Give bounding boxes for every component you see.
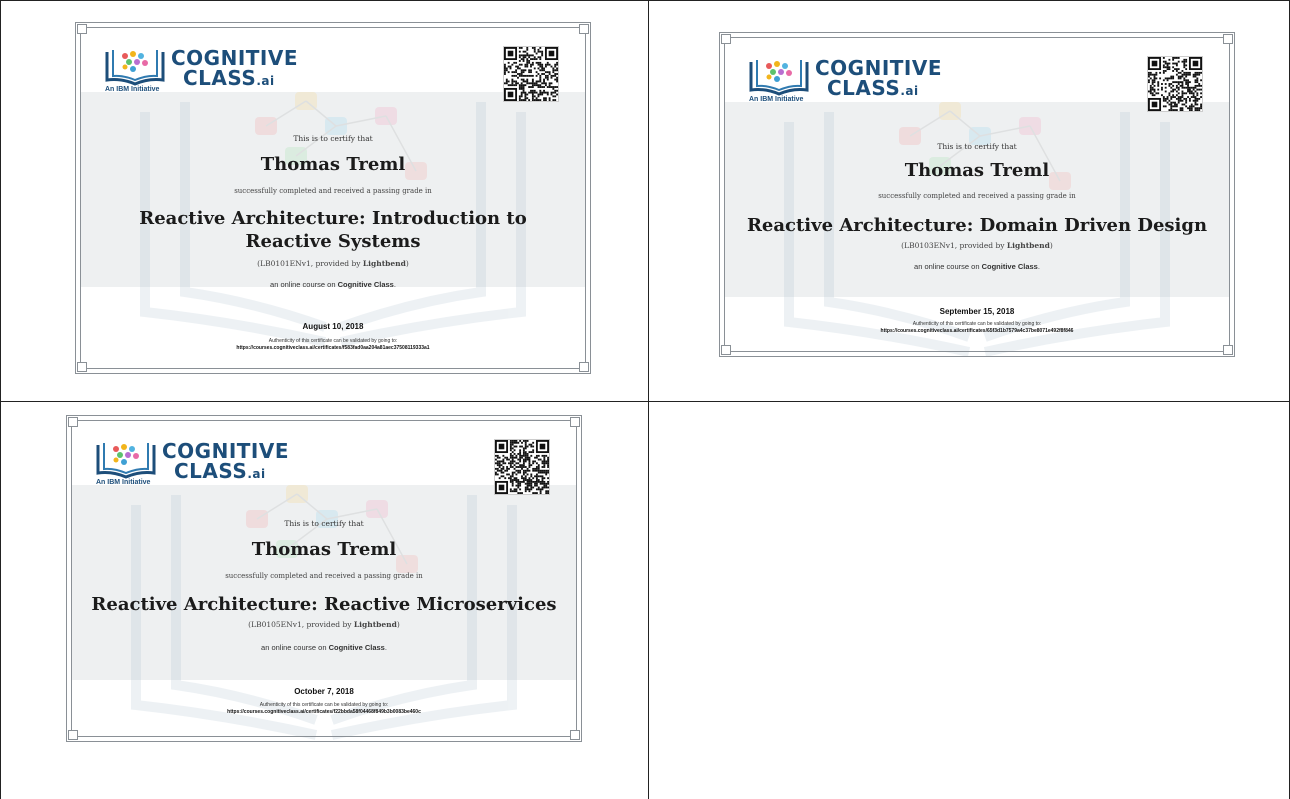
logo-suffix: .ai bbox=[247, 467, 266, 481]
logo-line2-text: CLASS bbox=[827, 76, 901, 100]
certificate-card: COGNITIVE CLASS.ai An IBM Initiative Thi… bbox=[66, 415, 582, 742]
online-suffix: . bbox=[1037, 262, 1040, 271]
grid-border-left bbox=[0, 0, 1, 799]
completion-date: August 10, 2018 bbox=[302, 322, 364, 331]
frame-corner bbox=[1223, 345, 1233, 355]
logo-suffix: .ai bbox=[256, 74, 275, 88]
course-id-suffix: ) bbox=[396, 620, 400, 629]
frame-corner bbox=[579, 24, 589, 34]
online-course-text: an online course on Cognitive Class. bbox=[66, 643, 582, 652]
course-title-line1: Reactive Architecture: Reactive Microser… bbox=[91, 594, 557, 615]
recipient-name: Thomas Treml bbox=[904, 160, 1050, 181]
certify-text: This is to certify that bbox=[284, 519, 364, 528]
course-provider: Lightbend bbox=[353, 620, 397, 629]
frame-corner bbox=[77, 24, 87, 34]
frame-corner bbox=[579, 362, 589, 372]
course-id: (LB0105ENv1, provided by Lightbend) bbox=[66, 620, 582, 629]
recipient-name: Thomas Treml bbox=[260, 154, 406, 175]
logo-tagline: An IBM Initiative bbox=[105, 86, 160, 93]
online-prefix: an online course on bbox=[270, 280, 338, 289]
online-org: Cognitive Class bbox=[328, 643, 385, 652]
authenticity-text: Authenticity of this certificate can be … bbox=[268, 338, 398, 344]
logo-tagline: An IBM Initiative bbox=[749, 96, 804, 103]
online-course-text: an online course on Cognitive Class. bbox=[75, 280, 591, 289]
logo-book-icon bbox=[749, 60, 809, 96]
online-suffix: . bbox=[393, 280, 396, 289]
course-title: Reactive Architecture: Domain Driven Des… bbox=[719, 214, 1235, 237]
online-prefix: an online course on bbox=[914, 262, 982, 271]
logo-line2: CLASS.ai bbox=[183, 66, 275, 90]
grid-divider-horizontal bbox=[0, 401, 1290, 402]
logo-tagline: An IBM Initiative bbox=[96, 479, 151, 486]
certificate-card: COGNITIVE CLASS.ai An IBM Initiative Thi… bbox=[75, 22, 591, 374]
online-org: Cognitive Class bbox=[337, 280, 394, 289]
authenticity-text: Authenticity of this certificate can be … bbox=[259, 702, 389, 708]
course-id: (LB0103ENv1, provided by Lightbend) bbox=[719, 241, 1235, 250]
certificate-url[interactable]: https://courses.cognitiveclass.ai/certif… bbox=[719, 328, 1235, 334]
certificate-url[interactable]: https://courses.cognitiveclass.ai/certif… bbox=[75, 345, 591, 351]
authenticity-text: Authenticity of this certificate can be … bbox=[912, 321, 1042, 327]
logo-line2-text: CLASS bbox=[183, 66, 257, 90]
frame-corner bbox=[77, 362, 87, 372]
course-title-line1: Reactive Architecture: Introduction to bbox=[139, 208, 527, 229]
certificate-url[interactable]: https://courses.cognitiveclass.ai/certif… bbox=[66, 709, 582, 715]
online-suffix: . bbox=[384, 643, 387, 652]
certificate-card: COGNITIVE CLASS.ai An IBM Initiative Thi… bbox=[719, 32, 1235, 357]
passing-grade-text: successfully completed and received a pa… bbox=[878, 192, 1076, 200]
logo-book-icon bbox=[96, 443, 156, 479]
qr-code-icon[interactable] bbox=[503, 46, 559, 102]
logo-line2: CLASS.ai bbox=[174, 459, 266, 483]
passing-grade-text: successfully completed and received a pa… bbox=[234, 187, 432, 195]
course-title-line1: Reactive Architecture: Domain Driven Des… bbox=[746, 215, 1208, 236]
logo-line2-text: CLASS bbox=[174, 459, 248, 483]
passing-grade-text: successfully completed and received a pa… bbox=[225, 572, 423, 580]
frame-corner bbox=[1223, 34, 1233, 44]
logo-book-icon bbox=[105, 50, 165, 86]
frame-corner bbox=[721, 345, 731, 355]
course-id-suffix: ) bbox=[1049, 241, 1053, 250]
frame-corner bbox=[570, 417, 580, 427]
completion-date: September 15, 2018 bbox=[939, 307, 1015, 316]
course-id-prefix: (LB0105ENv1, provided by bbox=[248, 620, 354, 629]
cognitive-class-logo: COGNITIVE CLASS.ai An IBM Initiative bbox=[94, 439, 289, 495]
frame-corner bbox=[721, 34, 731, 44]
course-id-suffix: ) bbox=[405, 259, 409, 268]
grid-border-top bbox=[0, 0, 1290, 1]
course-id-prefix: (LB0101ENv1, provided by bbox=[257, 259, 363, 268]
frame-corner bbox=[68, 417, 78, 427]
logo-suffix: .ai bbox=[900, 84, 919, 98]
completion-date: October 7, 2018 bbox=[294, 687, 354, 696]
course-id: (LB0101ENv1, provided by Lightbend) bbox=[75, 259, 591, 268]
certify-text: This is to certify that bbox=[293, 134, 373, 143]
grid-divider-vertical bbox=[648, 0, 649, 799]
qr-code-icon[interactable] bbox=[494, 439, 550, 495]
cognitive-class-logo: COGNITIVE CLASS.ai An IBM Initiative bbox=[103, 46, 298, 102]
course-title-line2: Reactive Systems bbox=[245, 231, 421, 252]
online-prefix: an online course on bbox=[261, 643, 329, 652]
cognitive-class-logo: COGNITIVE CLASS.ai An IBM Initiative bbox=[747, 56, 942, 112]
recipient-name: Thomas Treml bbox=[251, 539, 397, 560]
qr-code-icon[interactable] bbox=[1147, 56, 1203, 112]
course-id-prefix: (LB0103ENv1, provided by bbox=[901, 241, 1007, 250]
course-provider: Lightbend bbox=[1006, 241, 1050, 250]
frame-corner bbox=[570, 730, 580, 740]
course-title: Reactive Architecture: Introduction to Re… bbox=[75, 207, 591, 253]
frame-corner bbox=[68, 730, 78, 740]
certify-text: This is to certify that bbox=[937, 142, 1017, 151]
course-provider: Lightbend bbox=[362, 259, 406, 268]
online-course-text: an online course on Cognitive Class. bbox=[719, 262, 1235, 271]
logo-line2: CLASS.ai bbox=[827, 76, 919, 100]
online-org: Cognitive Class bbox=[981, 262, 1038, 271]
course-title: Reactive Architecture: Reactive Microser… bbox=[66, 593, 582, 616]
